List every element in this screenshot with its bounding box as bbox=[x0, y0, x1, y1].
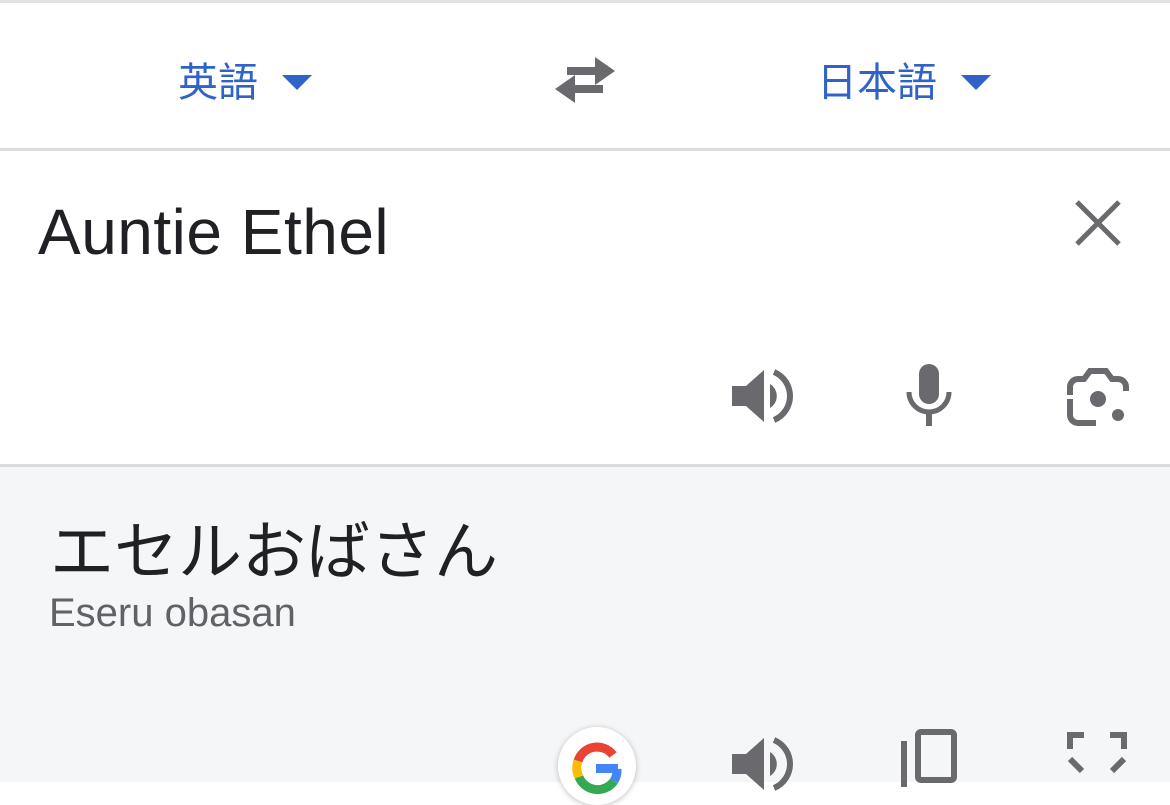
speaker-icon bbox=[732, 369, 793, 423]
source-text-input[interactable]: Auntie Ethel bbox=[38, 195, 389, 269]
swap-arrows-icon bbox=[555, 57, 615, 103]
source-language-selector[interactable]: 英語 bbox=[178, 51, 312, 107]
copy-icon bbox=[901, 729, 957, 787]
microphone-icon bbox=[906, 364, 952, 426]
target-language-selector[interactable]: 日本語 bbox=[817, 51, 991, 107]
dropdown-caret-icon bbox=[282, 74, 312, 90]
swap-languages-button[interactable] bbox=[551, 53, 619, 107]
fullscreen-icon bbox=[1067, 732, 1127, 774]
speaker-icon bbox=[732, 737, 793, 791]
google-logo-icon bbox=[572, 742, 622, 795]
clear-input-button[interactable] bbox=[1072, 197, 1124, 249]
copy-translation-button[interactable] bbox=[898, 729, 958, 789]
close-icon bbox=[1075, 200, 1121, 246]
camera-lens-icon bbox=[1067, 368, 1129, 426]
source-input-panel[interactable]: Auntie Ethel bbox=[0, 151, 1170, 464]
google-search-button[interactable] bbox=[558, 727, 636, 805]
translated-text: エセルおばさん bbox=[50, 516, 498, 590]
source-language-label: 英語 bbox=[178, 60, 258, 106]
camera-translate-button[interactable] bbox=[1066, 365, 1130, 427]
dropdown-caret-icon bbox=[961, 74, 991, 90]
listen-translation-button[interactable] bbox=[730, 732, 794, 792]
translation-output-panel: エセルおばさん Eseru obasan bbox=[0, 467, 1170, 805]
voice-input-button[interactable] bbox=[904, 362, 954, 428]
language-bar: 英語 日本語 bbox=[0, 3, 1170, 148]
fullscreen-button[interactable] bbox=[1066, 731, 1128, 783]
target-language-label: 日本語 bbox=[817, 60, 937, 106]
listen-source-button[interactable] bbox=[730, 364, 794, 428]
romanization-text: Eseru obasan bbox=[49, 591, 296, 635]
